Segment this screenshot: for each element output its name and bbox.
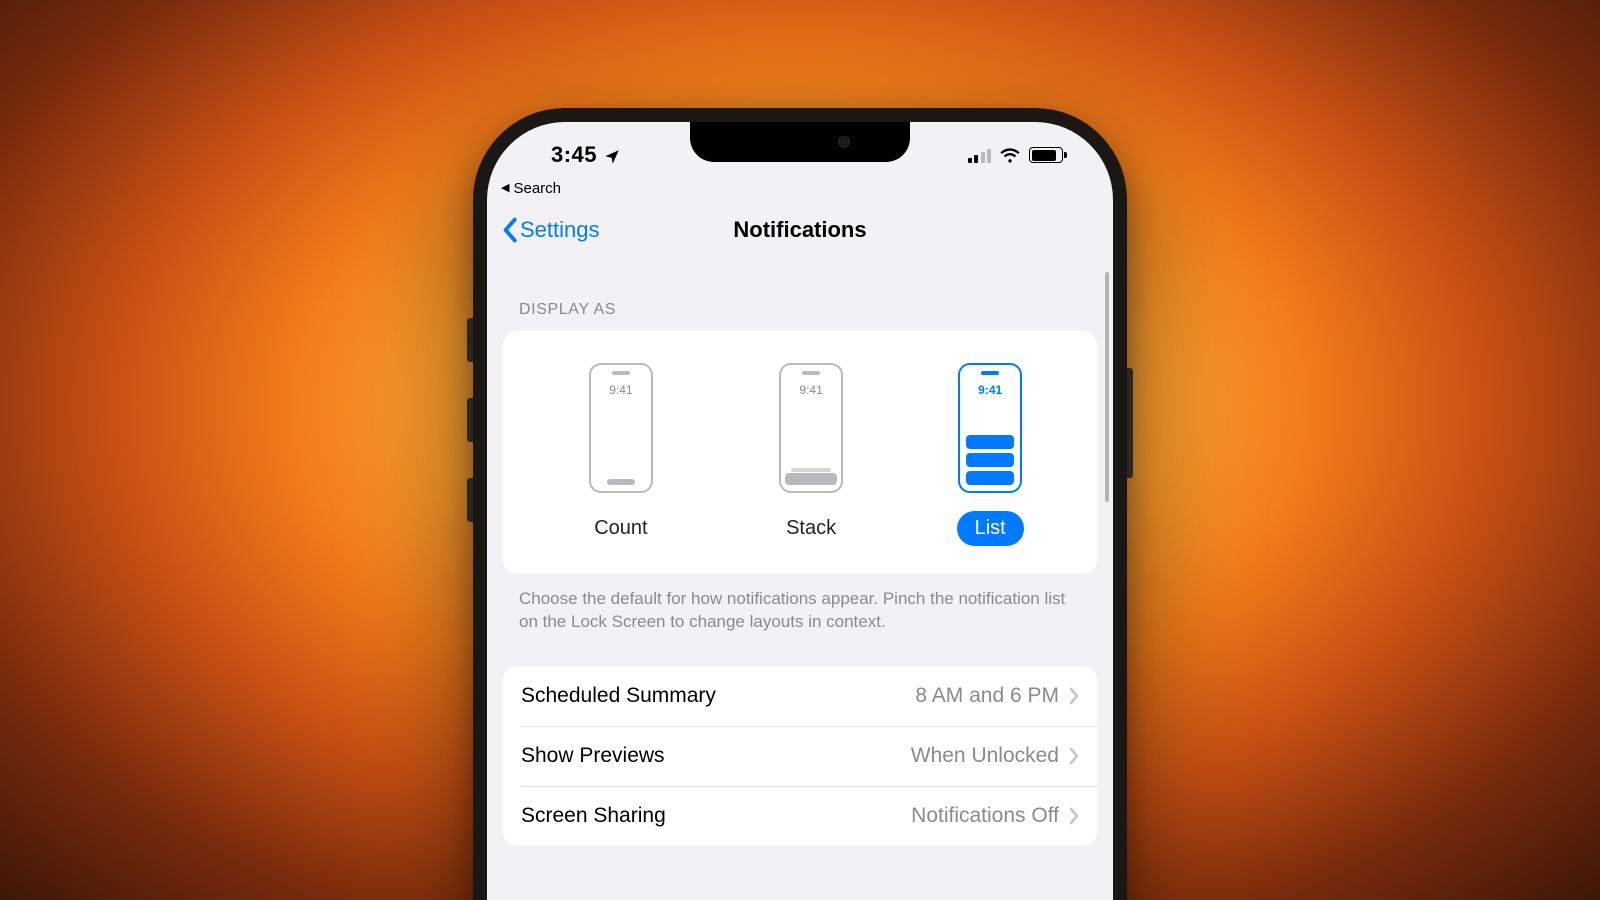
chevron-right-icon (1069, 747, 1079, 765)
back-button[interactable]: Settings (501, 217, 600, 243)
display-as-option-label: Count (576, 511, 665, 546)
wifi-icon (999, 147, 1021, 163)
display-as-preview-stack: 9:41 (779, 363, 843, 493)
display-as-header: DISPLAY AS (503, 257, 1097, 331)
display-as-option-count[interactable]: 9:41 Count (576, 363, 665, 546)
row-value: 8 AM and 6 PM (915, 684, 1059, 708)
settings-list-card: Scheduled Summary 8 AM and 6 PM Show Pre… (503, 666, 1097, 846)
row-value: When Unlocked (911, 744, 1059, 768)
scroll-indicator[interactable] (1105, 272, 1109, 502)
row-value: Notifications Off (911, 804, 1059, 828)
phone-screen: 3:45 ◀ Sea (487, 122, 1113, 900)
row-scheduled-summary[interactable]: Scheduled Summary 8 AM and 6 PM (503, 666, 1097, 726)
back-button-label: Settings (520, 217, 600, 243)
content-area: DISPLAY AS 9:41 Count (487, 257, 1113, 846)
row-label: Scheduled Summary (521, 684, 716, 708)
row-show-previews[interactable]: Show Previews When Unlocked (503, 726, 1097, 786)
location-icon (603, 146, 621, 164)
phone-notch (690, 122, 910, 162)
breadcrumb-back-to-search[interactable]: ◀ Search (487, 178, 1113, 197)
chevron-right-icon (1069, 687, 1079, 705)
chevron-left-icon (501, 217, 518, 243)
breadcrumb-label: Search (513, 180, 561, 197)
page-title: Notifications (733, 217, 866, 243)
display-as-card: 9:41 Count 9:41 Stack (503, 331, 1097, 574)
display-as-preview-list: 9:41 (958, 363, 1022, 493)
chevron-right-icon (1069, 807, 1079, 825)
display-as-option-stack[interactable]: 9:41 Stack (768, 363, 854, 546)
display-as-option-list[interactable]: 9:41 List (957, 363, 1024, 546)
battery-icon (1029, 147, 1063, 163)
nav-bar: Settings Notifications (487, 203, 1113, 257)
display-as-option-label: List (957, 511, 1024, 546)
display-as-option-label: Stack (768, 511, 854, 546)
cellular-signal-icon (968, 147, 992, 163)
row-screen-sharing[interactable]: Screen Sharing Notifications Off (503, 786, 1097, 846)
row-label: Screen Sharing (521, 804, 666, 828)
row-label: Show Previews (521, 744, 665, 768)
display-as-footer: Choose the default for how notifications… (503, 574, 1097, 644)
status-time: 3:45 (551, 142, 597, 168)
display-as-preview-count: 9:41 (589, 363, 653, 493)
phone-frame: 3:45 ◀ Sea (473, 108, 1127, 900)
back-triangle-icon: ◀ (501, 181, 509, 194)
